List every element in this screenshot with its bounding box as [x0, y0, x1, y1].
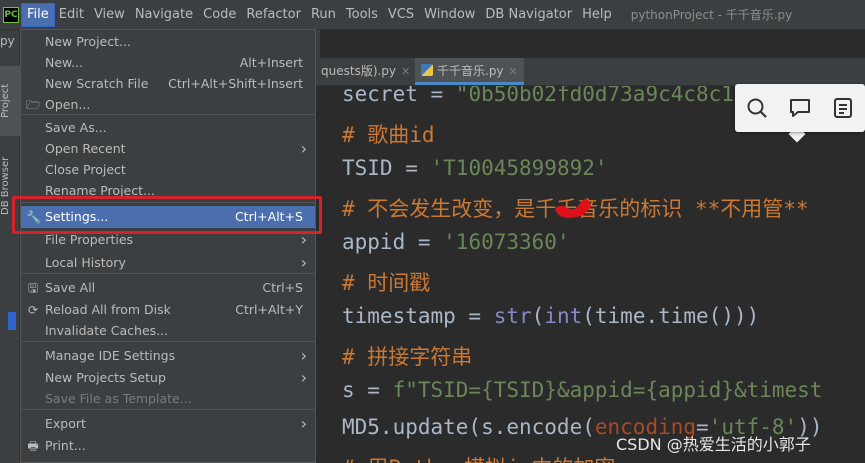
menu-item-label: Close Project [45, 162, 126, 177]
code-line-8: # 拼接字符串 [342, 345, 473, 369]
tab-qianqian[interactable]: 千千音乐.py ✕ [415, 58, 524, 85]
menu-item-label: Save All [45, 280, 96, 295]
menu-item-shortcut: Ctrl+Alt+Y [235, 302, 303, 317]
menu-navigate[interactable]: Navigate [130, 4, 198, 26]
menu-view[interactable]: View [89, 4, 130, 26]
project-tool-tab[interactable]: Project [0, 66, 20, 136]
menu-item-label: Manage IDE Settings [45, 348, 176, 363]
file-menu-item-manage-ide-settings[interactable]: Manage IDE Settings › [21, 345, 315, 367]
menu-bar: PC File Edit View Navigate Code Refactor… [0, 0, 865, 30]
code-line-7: timestamp = str(int(time.time())) [342, 304, 760, 328]
pycharm-logo-icon: PC [3, 6, 19, 23]
floating-toolbar [735, 84, 865, 132]
editor-tab-bar: quests版).py ✕ 千千音乐.py ✕ [315, 58, 865, 86]
menu-item-label: Save File as Template... [45, 391, 192, 406]
menu-help[interactable]: Help [577, 4, 617, 26]
window-title: pythonProject - 千千音乐.py [630, 8, 793, 22]
nav-bar-project[interactable]: py [0, 34, 15, 48]
menu-db-navigator[interactable]: DB Navigator [480, 4, 577, 26]
menu-item-label: New Project... [45, 34, 131, 49]
menu-item-label: Export [45, 416, 86, 431]
tab-label: 千千音乐.py [437, 64, 504, 78]
file-menu-item-open-recent[interactable]: Open Recent › [21, 138, 315, 160]
file-menu-item-export[interactable]: Export › [21, 413, 315, 435]
file-menu-item-reload-all-from-disk[interactable]: ⟳ Reload All from Disk Ctrl+Alt+Y [21, 299, 315, 321]
menu-item-label: New Scratch File [45, 76, 149, 91]
note-icon[interactable] [830, 95, 856, 121]
red-scribble-redaction [555, 198, 591, 218]
chevron-right-icon: › [300, 346, 307, 365]
save-icon: 🖫 [27, 281, 39, 295]
tab-requests[interactable]: quests版).py ✕ [315, 58, 416, 85]
file-menu-item-print[interactable]: 🖶 Print... [21, 435, 315, 457]
menu-item-label: Local History [45, 255, 126, 270]
code-line-11: # 用Python模拟js中的加密 [342, 452, 615, 463]
file-menu-item-new[interactable]: New... Alt+Insert [21, 52, 315, 74]
python-file-icon [421, 64, 433, 76]
chevron-right-icon: › [300, 368, 307, 387]
menu-item-label: Print... [45, 438, 86, 453]
menu-item-shortcut: Ctrl+S [262, 280, 303, 295]
chevron-right-icon: › [300, 139, 307, 158]
menu-tools[interactable]: Tools [341, 4, 383, 26]
menu-item-label: Reload All from Disk [45, 302, 171, 317]
file-menu-item-save-as[interactable]: Save As... [21, 117, 315, 139]
file-menu-item-new-scratch-file[interactable]: New Scratch File Ctrl+Alt+Shift+Insert [21, 73, 315, 95]
menu-item-shortcut: Alt+Insert [239, 55, 303, 70]
file-menu-item-invalidate-caches[interactable]: Invalidate Caches... [21, 320, 315, 342]
file-menu-item-save-all[interactable]: 🖫 Save All Ctrl+S [21, 277, 315, 299]
code-line-5: appid = '16073360' [342, 230, 570, 254]
menu-code[interactable]: Code [198, 4, 241, 26]
file-menu-dropdown: New Project... New... Alt+Insert New Scratc… [20, 29, 316, 463]
settings-highlight-box [12, 196, 322, 234]
menu-item-label: Open... [45, 97, 91, 112]
file-menu-item-save-file-as-template[interactable]: Save File as Template... [21, 388, 315, 410]
file-menu-item-local-history[interactable]: Local History › [21, 252, 315, 274]
menu-file[interactable]: File [21, 2, 55, 27]
reload-icon: ⟳ [27, 303, 39, 317]
print-icon: 🖶 [27, 439, 39, 453]
code-line-3: TSID = 'T10045899892' [342, 156, 608, 180]
menu-item-label: Invalidate Caches... [45, 323, 169, 338]
menu-item-label: New... [45, 55, 84, 70]
tab-label: quests版).py [321, 64, 397, 78]
menu-edit[interactable]: Edit [54, 4, 89, 26]
menu-item-label: Save As... [45, 120, 107, 135]
menu-item-label: New Projects Setup [45, 370, 166, 385]
menu-item-shortcut: Ctrl+Alt+Shift+Insert [168, 76, 303, 91]
menu-run[interactable]: Run [306, 4, 341, 26]
close-icon[interactable]: ✕ [509, 65, 518, 78]
chevron-right-icon: › [300, 253, 307, 272]
code-line-2: # 歌曲id [342, 123, 435, 147]
file-menu-item-open[interactable]: 🗁 Open... [21, 94, 315, 116]
chevron-right-icon: › [300, 414, 307, 433]
file-menu-item-new-projects-setup[interactable]: New Projects Setup › [21, 367, 315, 389]
code-line-6: # 时间戳 [342, 271, 431, 295]
comment-icon[interactable] [787, 95, 813, 121]
file-menu-item-new-project[interactable]: New Project... [21, 31, 315, 53]
left-tool-strip: Project DB Browser [0, 30, 20, 463]
code-editor[interactable]: secret = "0b50b02fd0d73a9c4c8c1a781c30 #… [315, 86, 865, 463]
search-icon[interactable] [744, 95, 770, 121]
menu-vcs[interactable]: VCS [383, 4, 419, 26]
watermark: CSDN @热爱生活的小郭子 [616, 435, 811, 454]
file-menu-item-close-project[interactable]: Close Project [21, 159, 315, 181]
menu-item-label: Open Recent [45, 141, 126, 156]
code-line-9: s = f"TSID={TSID}&appid={appid}&timest [342, 378, 823, 402]
close-icon[interactable]: ✕ [401, 65, 410, 78]
tool-strip-marker [8, 312, 16, 330]
folder-icon: 🗁 [26, 98, 41, 112]
menu-window[interactable]: Window [419, 4, 480, 26]
menu-refactor[interactable]: Refactor [241, 4, 306, 26]
